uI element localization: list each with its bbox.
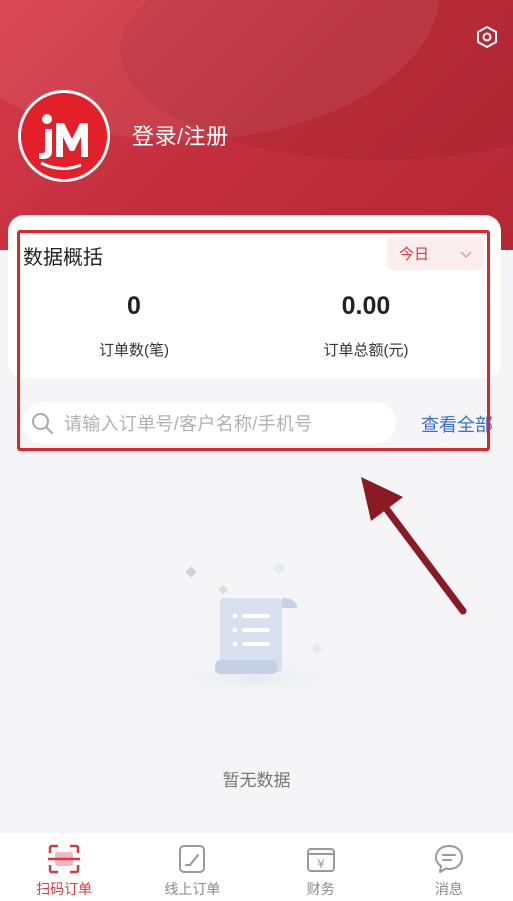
annotation-arrow — [361, 477, 467, 615]
settings-button[interactable] — [472, 22, 502, 52]
chat-bubble-icon — [434, 845, 463, 873]
stat-value: 0.00 — [341, 292, 391, 320]
scan-order-icon — [48, 844, 81, 874]
period-selected-value: 今日 — [399, 246, 430, 263]
chevron-down-icon — [460, 251, 472, 259]
tab-label: 线上订单 — [164, 881, 221, 897]
stat-value: 0 — [127, 292, 141, 320]
tab-label: 消息 — [434, 881, 463, 897]
overview-title: 数据概括 — [23, 247, 103, 269]
empty-state-text: 暂无数据 — [222, 771, 291, 790]
view-all-link[interactable]: 查看全部 — [421, 411, 493, 437]
stat-label: 订单数(笔) — [99, 342, 169, 359]
period-select[interactable]: 今日 — [387, 237, 483, 270]
empty-document-illustration — [155, 562, 355, 698]
edit-note-icon — [179, 845, 206, 873]
stat-order-total: 0.00 订单总额(元) — [266, 292, 466, 360]
login-register-link[interactable]: 登录/注册 — [132, 119, 229, 151]
settings-hexagon-icon — [477, 25, 497, 49]
tab-scan-order[interactable]: 扫码订单 — [0, 833, 128, 901]
avatar[interactable] — [18, 90, 110, 182]
tab-messages[interactable]: 消息 — [385, 833, 513, 901]
search-placeholder: 请输入订单号/客户名称/手机号 — [64, 414, 313, 434]
stat-order-count: 0 订单数(笔) — [34, 292, 234, 360]
stat-label: 订单总额(元) — [323, 342, 409, 359]
tab-label: 扫码订单 — [36, 881, 93, 897]
search-icon — [32, 413, 53, 434]
yen-wallet-icon: ¥ — [306, 848, 335, 872]
jm-logo — [21, 93, 107, 179]
svg-text:¥: ¥ — [317, 857, 325, 871]
tab-finance[interactable]: ¥ 财务 — [257, 833, 385, 901]
tab-label: 财务 — [306, 881, 335, 897]
order-search-input[interactable]: 请输入订单号/客户名称/手机号 — [22, 402, 396, 444]
tab-online-order[interactable]: 线上订单 — [128, 833, 256, 901]
bottom-tab-bar: 扫码订单 线上订单 ¥ 财务 消息 — [0, 833, 513, 901]
